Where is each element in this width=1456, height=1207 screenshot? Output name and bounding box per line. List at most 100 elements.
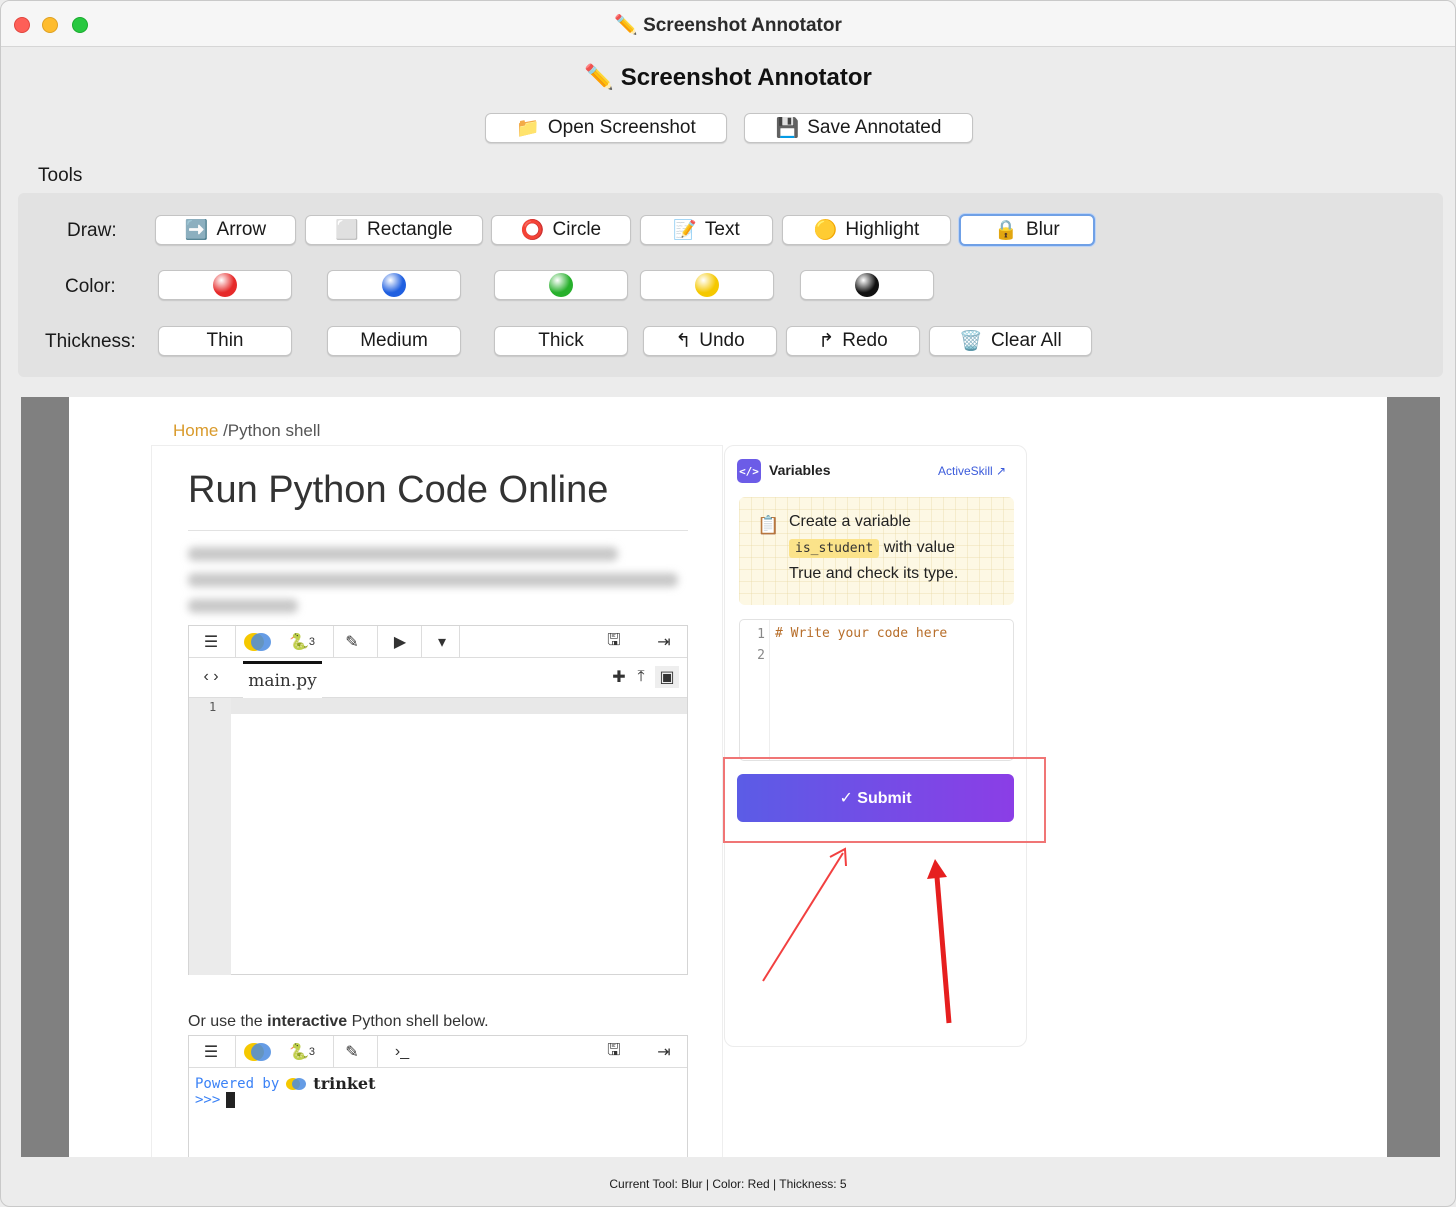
trinket-editor: ☰ 🐍 3 ✎ ▶ ▾ 🖫 ⇥ ‹ › main.py ✚ ⤒ ▣ 1 (188, 625, 688, 975)
yellow-circle-icon: 🟡 (813, 220, 838, 241)
medium-label: Medium (360, 330, 428, 351)
color-row-label: Color: (65, 276, 116, 297)
upload-icon[interactable]: ⤒ (631, 666, 651, 688)
medium-button[interactable]: Medium (327, 326, 461, 356)
sign-in-icon[interactable]: ⇥ (651, 1041, 677, 1063)
redo-label: Redo (842, 330, 888, 351)
run-icon[interactable]: ▶ (387, 631, 413, 653)
blur-tool-label: Blur (1025, 219, 1060, 240)
thin-button[interactable]: Thin (158, 326, 292, 356)
breadcrumb-current: /Python shell (218, 421, 321, 440)
prompt-text: >>> (195, 1092, 221, 1108)
trinket-logo-icon (241, 1041, 273, 1063)
dropdown-caret-icon[interactable]: ▾ (429, 631, 455, 653)
text-tool-label: Text (704, 219, 740, 240)
color-red-button[interactable] (158, 270, 292, 300)
screenshot-page: Home /Python shell Run Python Code Onlin… (69, 397, 1387, 1157)
code-editor[interactable]: 1 2 # Write your code here (739, 619, 1014, 761)
pencil-icon[interactable]: ✎ (339, 631, 365, 653)
undo-icon: ↰ (675, 330, 692, 352)
trinket-logo-icon (286, 1077, 307, 1090)
sign-in-icon[interactable]: ⇥ (651, 631, 677, 653)
code-icon: </> (737, 459, 761, 483)
blurred-paragraph (188, 547, 686, 619)
heading-divider (188, 530, 688, 531)
highlight-tool-button[interactable]: 🟡 Highlight (782, 215, 951, 245)
image-icon[interactable]: ▣ (655, 666, 679, 688)
annotation-canvas[interactable]: Home /Python shell Run Python Code Onlin… (21, 397, 1440, 1157)
app-title: ✏️ Screenshot Annotator (1, 63, 1455, 92)
task-code-chip: is_student (789, 539, 880, 558)
arrow-icon: ➡️ (184, 220, 209, 241)
blur-tool-button[interactable]: 🔒 Blur (959, 214, 1095, 246)
console-icon[interactable]: ›_ (389, 1041, 415, 1063)
window-title: ✏️ Screenshot Annotator (1, 13, 1455, 37)
save-icon[interactable]: 🖫 (601, 1041, 627, 1063)
line-number: 1 (209, 700, 217, 714)
title-bar: ✏️ Screenshot Annotator (1, 1, 1455, 47)
code-view-icon[interactable]: ‹ › (193, 666, 229, 688)
wastebasket-icon: 🗑️ (959, 331, 983, 352)
shell-caption-pre: Or use the (188, 1013, 268, 1030)
color-black-button[interactable] (800, 270, 934, 300)
code-comment: # Write your code here (775, 626, 948, 641)
rectangle-tool-label: Rectangle (367, 219, 453, 240)
red-swatch-icon (213, 273, 237, 297)
activeskill-link[interactable]: ActiveSkill ↗ (938, 464, 1006, 478)
arrow-tool-button[interactable]: ➡️ Arrow (155, 215, 296, 245)
thick-button[interactable]: Thick (494, 326, 628, 356)
python-version-label: 3 (308, 636, 316, 648)
shell-caption: Or use the interactive Python shell belo… (188, 1013, 489, 1031)
circle-tool-button[interactable]: ⭕ Circle (491, 215, 631, 245)
thick-label: Thick (538, 330, 584, 351)
code-line-number-1: 1 (757, 627, 765, 642)
shell-caption-bold: interactive (267, 1013, 348, 1030)
text-cursor (226, 1092, 236, 1108)
clipboard-icon: 📋 (757, 515, 780, 535)
shell-toolbar: ☰ 🐍 3 ✎ ›_ 🖫 ⇥ (189, 1036, 687, 1068)
save-annotated-button[interactable]: 💾 Save Annotated (744, 113, 973, 143)
rectangle-tool-button[interactable]: ⬜ Rectangle (305, 215, 483, 245)
redo-icon: ↱ (818, 330, 835, 352)
save-icon[interactable]: 🖫 (601, 631, 627, 653)
editor-tabs: ‹ › main.py ✚ ⤒ ▣ (189, 658, 687, 698)
clear-all-button[interactable]: 🗑️ Clear All (929, 326, 1092, 356)
circle-tool-label: Circle (552, 219, 602, 240)
trinket-brand: trinket (313, 1074, 376, 1093)
circle-icon: ⭕ (520, 220, 545, 241)
menu-icon[interactable]: ☰ (199, 631, 223, 653)
color-yellow-button[interactable] (640, 270, 774, 300)
active-line[interactable] (231, 698, 687, 714)
floppy-disk-icon: 💾 (775, 118, 800, 139)
pencil-icon: ✏️ (614, 15, 638, 36)
python-version-label: 3 (308, 1046, 316, 1058)
yellow-swatch-icon (695, 273, 719, 297)
text-tool-button[interactable]: 📝 Text (640, 215, 773, 245)
redo-button[interactable]: ↱ Redo (786, 326, 920, 356)
powered-by-text: Powered by (195, 1075, 280, 1092)
draw-row-label: Draw: (67, 220, 117, 241)
python-version-icon[interactable]: 🐍 3 (285, 631, 319, 653)
open-screenshot-label: Open Screenshot (547, 117, 696, 138)
highlight-tool-label: Highlight (845, 219, 920, 240)
powered-by: Powered by trinket (195, 1074, 375, 1093)
add-file-icon[interactable]: ✚ (609, 666, 629, 688)
folder-icon: 📁 (516, 118, 540, 139)
shell-prompt[interactable]: >>> (195, 1092, 236, 1108)
open-screenshot-button[interactable]: 📁 Open Screenshot (485, 113, 727, 143)
python-version-icon[interactable]: 🐍 3 (285, 1041, 319, 1063)
color-blue-button[interactable] (327, 270, 461, 300)
trinket-logo-icon (241, 631, 273, 653)
pencil-icon[interactable]: ✎ (339, 1041, 365, 1063)
code-gutter: 1 2 (740, 620, 770, 760)
tab-main-py[interactable]: main.py (243, 661, 322, 698)
task-card: 📋 Create a variable is_student with valu… (739, 497, 1014, 605)
menu-icon[interactable]: ☰ (199, 1041, 223, 1063)
rectangle-icon: ⬜ (335, 220, 360, 241)
color-green-button[interactable] (494, 270, 628, 300)
breadcrumb: Home /Python shell (173, 421, 320, 441)
window-title-text: Screenshot Annotator (643, 15, 842, 36)
task-line-3: True and check its type. (789, 565, 959, 582)
status-bar: Current Tool: Blur | Color: Red | Thickn… (609, 1177, 847, 1191)
undo-button[interactable]: ↰ Undo (643, 326, 777, 356)
